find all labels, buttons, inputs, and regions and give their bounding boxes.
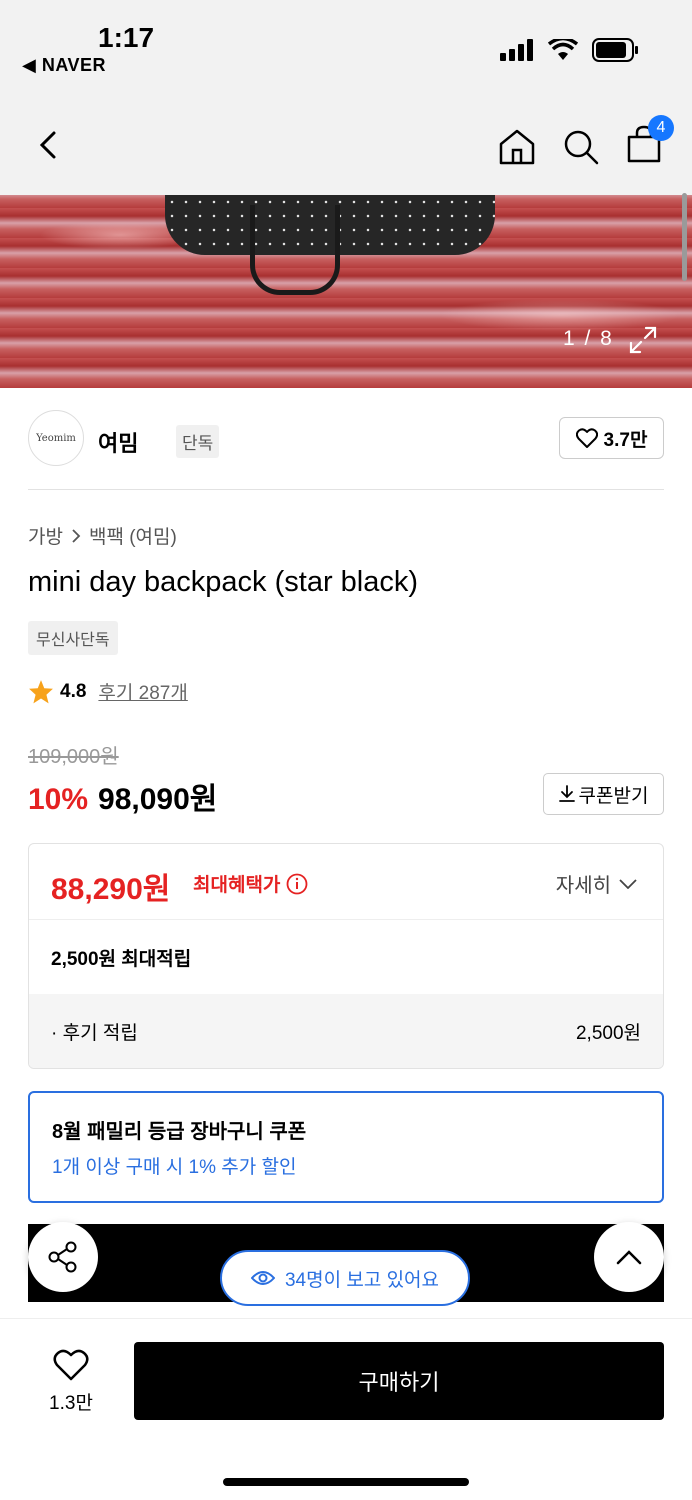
points-row: 2,500원 최대적립 xyxy=(29,920,663,994)
max-benefit-label-group: 최대혜택가 xyxy=(193,870,308,897)
coupon-download-button[interactable]: 쿠폰받기 xyxy=(543,773,664,815)
max-benefit-label: 최대혜택가 xyxy=(193,875,281,896)
product-image-gallery[interactable]: 1 / 8 xyxy=(0,195,692,388)
exclusive-badge: 무신사단독 xyxy=(28,621,118,655)
back-icon[interactable] xyxy=(34,129,66,161)
coupon-card-title: 8월 패밀리 등급 장바구니 쿠폰 xyxy=(52,1121,307,1143)
brand-row: Yeomim 여밈 단독 3.7만 xyxy=(28,410,664,470)
expand-icon[interactable] xyxy=(628,325,658,355)
bag-strap-graphic xyxy=(250,205,340,295)
share-icon xyxy=(48,1241,77,1273)
product-title: mini day backpack (star black) xyxy=(28,566,419,598)
cart-button[interactable]: 4 xyxy=(626,115,674,168)
coupon-card-description: 1개 이상 구매 시 1% 추가 할인 xyxy=(52,1157,297,1178)
benefit-detail-toggle[interactable]: 자세히 xyxy=(556,869,637,898)
download-icon xyxy=(558,785,575,802)
breadcrumb: 가방 백팩 (여밈) xyxy=(28,522,177,549)
buy-button[interactable]: 구매하기 xyxy=(134,1342,664,1420)
family-coupon-card[interactable]: 8월 패밀리 등급 장바구니 쿠폰 1개 이상 구매 시 1% 추가 할인 xyxy=(28,1091,664,1203)
star-icon xyxy=(29,679,53,703)
viewers-text: 34명이 보고 있어요 xyxy=(284,1269,440,1291)
review-points-value: 2,500원 xyxy=(575,1023,641,1044)
review-points-label: · 후기 적립 xyxy=(51,1023,138,1044)
max-benefit-price: 88,290원 xyxy=(51,873,171,906)
discount-rate: 10% xyxy=(28,783,89,816)
share-button[interactable] xyxy=(28,1222,98,1292)
viewers-pill: 34명이 보고 있어요 xyxy=(220,1250,470,1306)
heart-icon xyxy=(575,428,598,448)
breadcrumb-subcategory[interactable]: 백팩 (여밈) xyxy=(89,522,177,549)
status-bar: 1:17 ◀ NAVER xyxy=(0,0,692,95)
battery-icon xyxy=(592,38,638,62)
chevron-up-icon xyxy=(616,1250,642,1265)
divider xyxy=(28,489,664,490)
top-nav: 4 xyxy=(0,95,692,195)
product-like-button[interactable]: 1.3만 xyxy=(36,1349,106,1415)
brand-like-button[interactable]: 3.7만 xyxy=(559,417,664,459)
chevron-right-icon xyxy=(72,528,81,543)
breadcrumb-category[interactable]: 가방 xyxy=(28,522,63,549)
max-points: 2,500원 최대적립 xyxy=(51,949,192,970)
rating-score: 4.8 xyxy=(60,680,87,702)
coupon-button-label: 쿠폰받기 xyxy=(578,785,649,807)
bottom-action-bar: 1.3만 구매하기 xyxy=(0,1318,692,1500)
rating-row: 4.8 후기 287개 xyxy=(28,678,188,705)
brand-logo[interactable]: Yeomim xyxy=(28,410,84,466)
search-icon[interactable] xyxy=(562,128,600,166)
wifi-icon xyxy=(548,39,578,60)
scroll-top-button[interactable] xyxy=(594,1222,664,1292)
signal-icon xyxy=(500,39,533,61)
brand-exclusive-tag: 단독 xyxy=(176,425,220,458)
brand-name[interactable]: 여밈 xyxy=(98,426,138,458)
chevron-down-icon xyxy=(619,878,637,889)
back-to-app-link[interactable]: ◀ NAVER xyxy=(22,55,106,76)
review-points-row: · 후기 적립 2,500원 xyxy=(29,994,663,1068)
cart-count-badge: 4 xyxy=(648,115,674,141)
sale-price: 98,090원 xyxy=(98,783,218,816)
original-price: 109,000원 xyxy=(28,746,119,768)
status-time: 1:17 xyxy=(98,22,155,53)
scrollbar[interactable] xyxy=(682,193,687,281)
system-icons xyxy=(500,38,640,62)
product-like-count: 1.3만 xyxy=(49,1393,93,1414)
home-indicator xyxy=(223,1478,469,1486)
home-icon[interactable] xyxy=(498,128,536,166)
detail-label: 자세히 xyxy=(555,875,611,897)
review-count-link[interactable]: 후기 287개 xyxy=(98,678,187,705)
benefit-box: 88,290원 최대혜택가 자세히 2,500원 최대적립 · 후기 적립 2,… xyxy=(28,843,664,1069)
info-icon[interactable] xyxy=(286,873,308,895)
max-benefit-row: 88,290원 최대혜택가 자세히 xyxy=(29,844,663,920)
image-counter: 1 / 8 xyxy=(563,327,614,350)
heart-icon xyxy=(53,1349,89,1381)
price-row: 10% 98,090원 xyxy=(28,774,217,818)
eye-icon xyxy=(250,1271,275,1285)
brand-like-count: 3.7만 xyxy=(603,429,648,451)
